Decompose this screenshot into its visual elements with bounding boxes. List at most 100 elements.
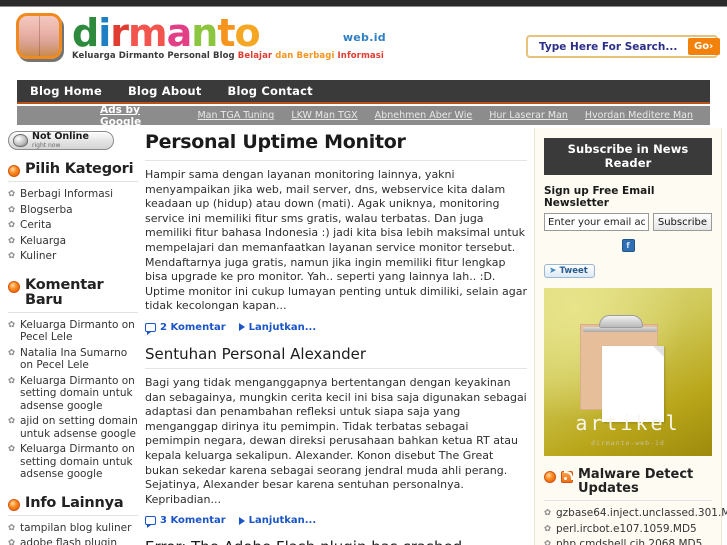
logo-wordmark: dirmanto web.id (72, 11, 386, 55)
bullet-orb-icon (8, 280, 20, 293)
sidebar-item-blogserba[interactable]: Blogserba (8, 204, 138, 220)
logo-letter: r (110, 11, 129, 55)
sidebar-item-keluarga[interactable]: Keluarga (8, 235, 138, 251)
tagline-plain: Keluarga Dirmanto Personal Blog (72, 51, 238, 61)
sidebar-section-title: Info Lainnya (25, 494, 124, 511)
nav-item-blog-home[interactable]: Blog Home (17, 84, 115, 98)
ads-by-google-bar: Ads by Google Man TGA Tuning LKW Man TGX… (17, 104, 710, 128)
tagline-accent-2: dan (272, 51, 297, 61)
info-list: tampilan blog kuliner adobe flash plugin… (8, 522, 138, 545)
divider (8, 181, 138, 182)
ads-link[interactable]: LKW Man TGX (291, 110, 357, 121)
ads-link[interactable]: Abnehmen Aber Wie (375, 110, 473, 121)
list-item[interactable]: php.cmdshell.cih.2068.MD5 (544, 538, 712, 545)
main-content: Personal Uptime Monitor Hampir sama deng… (145, 131, 527, 545)
list-item[interactable]: Keluarga Dirmanto on setting domain untu… (8, 375, 138, 416)
comments-link[interactable]: 2 Komentar (145, 321, 226, 335)
logo-text: dirmanto web.id Keluarga Dirmanto Persona… (72, 11, 386, 61)
logo-letter: m (127, 11, 168, 55)
comment-bubble-icon (145, 516, 156, 529)
bullet-orb-icon (8, 165, 20, 177)
list-item[interactable]: perl.ircbot.e107.1059.MD5 (544, 523, 712, 539)
newsletter-subscribe-button[interactable]: Subscribe (652, 213, 712, 231)
arrow-right-icon (238, 323, 245, 332)
category-list: Berbagi Informasi Blogserba Cerita Kelua… (8, 188, 138, 266)
divider (145, 160, 527, 161)
ads-by-google-label[interactable]: Ads by Google (100, 104, 179, 128)
ads-link[interactable]: Hvordan Meditere Man (585, 110, 693, 121)
sidebar-section-header-kategori: Pilih Kategori (8, 162, 138, 177)
logo-letter: i (98, 11, 111, 55)
sidebar-section-header-info: Info Lainnya (8, 494, 138, 511)
subscribe-news-reader-button[interactable]: Subscribe in News Reader (544, 138, 712, 175)
comments-link[interactable]: 3 Komentar (145, 515, 226, 529)
comment-bubble-icon (145, 322, 156, 335)
browser-top-strip (0, 0, 727, 7)
banner-title: artikel (575, 411, 681, 435)
list-item[interactable]: Keluarga Dirmanto on Pecel Lele (8, 319, 138, 347)
artikel-banner-image[interactable]: artikel dirmanto-web-id (544, 288, 712, 456)
list-item[interactable]: Keluarga Dirmanto on setting domain untu… (8, 443, 138, 484)
site-tagline: Keluarga Dirmanto Personal Blog Belajar … (72, 51, 384, 61)
logo-letter: a (166, 11, 193, 55)
post-meta: 3 Komentar Lanjutkan... (145, 515, 527, 529)
comments-count-label: 2 Komentar (160, 321, 226, 333)
post-article: Sentuhan Personal Alexander Bagi yang ti… (145, 345, 527, 529)
site-logo[interactable]: dirmanto web.id Keluarga Dirmanto Persona… (16, 11, 386, 61)
sidebar-section-title: Pilih Kategori (25, 161, 134, 177)
tweet-label: Tweet (559, 266, 588, 276)
sidebar-item-kuliner[interactable]: Kuliner (8, 250, 138, 266)
list-item[interactable]: ajid on setting domain untuk adsense goo… (8, 415, 138, 443)
divider (8, 514, 138, 516)
facebook-share-icon[interactable]: f (621, 239, 635, 252)
page-root: dirmanto web.id Keluarga Dirmanto Persona… (0, 0, 727, 545)
main-navigation: Blog Home Blog About Blog Contact (17, 80, 710, 104)
newsletter-heading: Sign up Free Email Newsletter (544, 185, 655, 209)
sidebar-section-header-komentar: Komentar Baru (8, 277, 138, 308)
list-item[interactable]: Natalia Ina Sumarno on Pecel Lele (8, 347, 138, 375)
comments-count-label: 3 Komentar (160, 515, 226, 527)
left-sidebar: Not Online right now Pilih Kategori Berb… (8, 131, 138, 545)
status-badge-sublabel: right now (32, 141, 61, 149)
page-title[interactable]: Personal Uptime Monitor (145, 131, 527, 153)
tweet-button[interactable]: ➤ Tweet (544, 264, 595, 278)
post-title[interactable]: Error: The Adobe Flash plugin has crashe… (145, 538, 527, 545)
post-excerpt: Bagi yang tidak menganggapnya bertentang… (145, 375, 527, 506)
read-more-link[interactable]: Lanjutkan... (238, 515, 316, 526)
clipboard-clip-icon (599, 315, 643, 328)
status-badge-label: Not Online (32, 131, 89, 143)
status-globe-icon (13, 134, 28, 147)
newsletter-email-input[interactable] (544, 213, 649, 231)
nav-item-blog-about[interactable]: Blog About (115, 84, 215, 98)
bullet-orb-icon (544, 471, 556, 483)
logo-letter: t (217, 11, 235, 55)
twitter-bird-icon: ➤ (549, 266, 557, 276)
post-title[interactable]: Sentuhan Personal Alexander (145, 345, 527, 363)
read-more-link[interactable]: Lanjutkan... (238, 321, 317, 333)
recent-comments-list: Keluarga Dirmanto on Pecel Lele Natalia … (8, 319, 138, 484)
list-item[interactable]: tampilan blog kuliner (8, 522, 138, 538)
logo-photo-icon (16, 13, 62, 59)
search-go-button[interactable]: Go› (688, 38, 721, 55)
post-excerpt: Hampir sama dengan layanan monitoring la… (145, 168, 527, 313)
list-item[interactable]: gzbase64.inject.unclassed.301.MD5 (544, 507, 727, 523)
site-header: dirmanto web.id Keluarga Dirmanto Persona… (0, 7, 727, 80)
search-box[interactable]: Go› (526, 35, 721, 58)
divider (8, 311, 138, 313)
post-meta: 2 Komentar Lanjutkan... (145, 321, 527, 335)
read-more-label: Lanjutkan... (248, 321, 317, 333)
bullet-orb-icon (8, 498, 20, 511)
post-article: Error: The Adobe Flash plugin has crashe… (145, 538, 527, 545)
sidebar-item-cerita[interactable]: Cerita (8, 219, 138, 235)
malware-section-header: Malware Detect Updates (544, 468, 712, 496)
sidebar-item-berbagi-informasi[interactable]: Berbagi Informasi (8, 188, 138, 204)
search-input[interactable] (528, 39, 688, 54)
malware-updates-list: gzbase64.inject.unclassed.301.MD5 perl.i… (544, 507, 727, 545)
rss-feed-icon[interactable] (561, 471, 573, 483)
ads-link[interactable]: Man TGA Tuning (197, 110, 274, 121)
status-badge: Not Online right now (8, 131, 114, 150)
divider (145, 367, 527, 369)
list-item[interactable]: adobe flash plugin (8, 537, 138, 545)
ads-link[interactable]: Hur Laserar Man (489, 110, 568, 121)
nav-item-blog-contact[interactable]: Blog Contact (215, 84, 326, 98)
